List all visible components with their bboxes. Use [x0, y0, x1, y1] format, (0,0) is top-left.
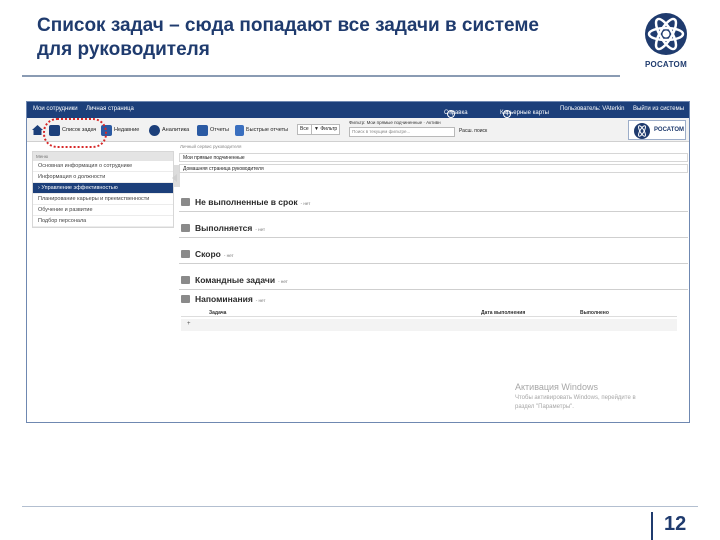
breadcrumb: Личный сервис руководителя: [180, 144, 242, 149]
column-due-date[interactable]: Дата выполнения: [481, 310, 525, 316]
side-menu: Меню Основная информация о сотруднике Ин…: [32, 151, 174, 228]
menu-item-employee-info[interactable]: Основная информация о сотруднике: [33, 161, 173, 172]
slide-title: Список задач – сюда попадают все задачи …: [37, 14, 597, 62]
app-screenshot: Мои сотрудники Личная страница Справка? …: [26, 101, 690, 423]
analytics-button[interactable]: Аналитика: [149, 123, 189, 137]
reminders-table: Задача Дата выполнения Выполнено +: [181, 309, 677, 331]
topbar-link-my-employees[interactable]: Мои сотрудники: [33, 106, 78, 112]
app-topbar: Мои сотрудники Личная страница Справка? …: [27, 102, 689, 118]
advanced-search-link[interactable]: Расш. поиск: [459, 128, 487, 134]
app-toolbar: Список задач Недавние Аналитика Отчеты Б…: [27, 118, 689, 142]
section-title: Не выполненные в срок: [195, 197, 298, 207]
page-number-bar: [651, 512, 653, 540]
section-title: Выполняется: [195, 223, 253, 233]
search-input[interactable]: Поиск в текущем фильтре...: [349, 127, 455, 137]
help-icon: ?: [447, 110, 455, 118]
reports-button[interactable]: Отчеты: [197, 123, 229, 137]
table-header: Задача Дата выполнения Выполнено: [181, 309, 677, 317]
slide-title-line2: для руководителя: [37, 39, 210, 60]
funnel-icon: ▼: [314, 126, 319, 132]
topbar-link-personal-page[interactable]: Личная страница: [86, 106, 134, 112]
all-filter-button[interactable]: Все: [297, 124, 312, 135]
menu-item-recruiting[interactable]: Подбор персонала: [33, 216, 173, 227]
home-page-link[interactable]: Домашняя страница руководителя: [179, 164, 688, 173]
quick-reports-button[interactable]: Быстрые отчеты: [235, 123, 288, 137]
table-row[interactable]: +: [181, 319, 677, 331]
reminder-icon: [181, 295, 190, 303]
filter-button[interactable]: ▼ Фильтр: [311, 124, 341, 135]
main-content: Личный сервис руководителя Мои прямые по…: [172, 142, 689, 422]
menu-item-career-planning[interactable]: Планирование карьеры и преемственности: [33, 194, 173, 205]
section-count: - нет: [223, 253, 234, 258]
section-reminders[interactable]: Напоминания - нет: [179, 283, 688, 309]
quick-reports-icon: [235, 124, 244, 136]
task-icon: [181, 198, 190, 206]
collapse-arrow-icon[interactable]: [172, 174, 177, 182]
topbar-logout[interactable]: Выйти из системы: [633, 106, 684, 112]
section-overdue[interactable]: Не выполненные в срок - нет: [179, 186, 688, 212]
menu-item-performance[interactable]: › Управление эффективностью: [33, 183, 173, 194]
menu-item-training[interactable]: Обучение и развитие: [33, 205, 173, 216]
watermark-line: раздел "Параметры".: [515, 404, 574, 410]
section-count: - нет: [255, 227, 266, 232]
section-count: - нет: [300, 201, 311, 206]
column-task[interactable]: Задача: [209, 310, 226, 316]
help-icon: ?: [503, 110, 511, 118]
inner-logo-wordmark: РОСАТОМ: [654, 127, 684, 133]
task-icon: [181, 250, 190, 258]
inner-rosatom-logo: РОСАТОМ: [628, 120, 686, 140]
atom-logo-icon: [634, 123, 650, 139]
expand-row-icon[interactable]: +: [187, 321, 191, 327]
menu-item-position-info[interactable]: Информация о должности: [33, 172, 173, 183]
menu-header: Меню: [33, 152, 173, 161]
footer-divider: [22, 506, 698, 507]
section-in-progress[interactable]: Выполняется - нет: [179, 212, 688, 238]
slide-title-line1: Список задач – сюда попадают все задачи …: [37, 15, 539, 36]
section-title: Скоро: [195, 249, 221, 259]
topbar-user[interactable]: Пользователь: VAterkin: [560, 106, 625, 112]
section-title: Напоминания: [195, 294, 253, 304]
rosatom-logo: РОСАТОМ: [630, 10, 702, 76]
title-divider: [22, 75, 620, 77]
highlight-ring: [43, 118, 107, 148]
windows-activation-watermark: Активация Windows Чтобы активировать Win…: [515, 382, 636, 412]
reports-icon: [197, 124, 208, 136]
watermark-line: Чтобы активировать Windows, перейдите в: [515, 395, 636, 401]
section-soon[interactable]: Скоро - нет: [179, 238, 688, 264]
analytics-icon: [149, 124, 160, 136]
task-icon: [181, 224, 190, 232]
watermark-title: Активация Windows: [515, 382, 598, 392]
section-count: - нет: [255, 298, 266, 303]
page-number: 12: [664, 513, 687, 535]
column-completed[interactable]: Выполнено: [580, 310, 609, 316]
atom-logo-icon: [645, 13, 687, 55]
current-filter-text: Фильтр: Мои прямые подчиненные · Активн: [349, 120, 441, 125]
employee-scope-select[interactable]: Мои прямые подчиненные: [179, 153, 688, 162]
logo-wordmark: РОСАТОМ: [644, 60, 688, 69]
